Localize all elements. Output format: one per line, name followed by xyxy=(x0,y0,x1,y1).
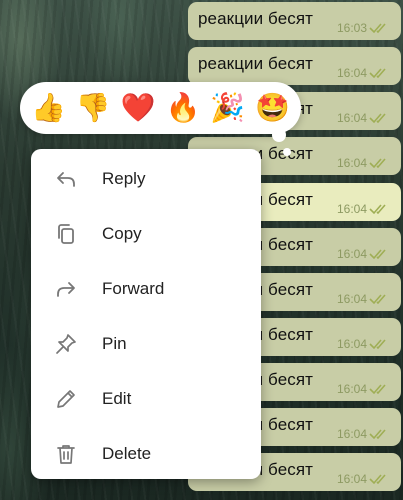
star-struck-icon[interactable]: 🤩 xyxy=(253,88,293,128)
message-time: 16:03 xyxy=(336,21,367,35)
read-receipt-icon xyxy=(369,339,386,350)
message-time: 16:04 xyxy=(336,66,367,80)
message-bubble[interactable]: реакции бесят 16:04 xyxy=(188,47,401,85)
read-receipt-icon xyxy=(369,249,386,260)
read-receipt-icon xyxy=(369,429,386,440)
message-bubble[interactable]: реакции бесят 16:03 xyxy=(188,2,401,40)
reactions-tail-dot xyxy=(272,128,286,142)
forward-icon xyxy=(53,276,79,302)
read-receipt-icon xyxy=(369,294,386,305)
copy-icon xyxy=(53,221,79,247)
message-time: 16:04 xyxy=(336,337,367,351)
thumbs-down-icon[interactable]: 👎 xyxy=(73,88,113,128)
menu-item-label: Delete xyxy=(102,443,152,463)
read-receipt-icon xyxy=(369,158,386,169)
message-time: 16:04 xyxy=(336,382,367,396)
party-popper-icon[interactable]: 🎉 xyxy=(208,88,248,128)
fire-icon[interactable]: 🔥 xyxy=(163,88,203,128)
read-receipt-icon xyxy=(369,204,386,215)
menu-item-label: Forward xyxy=(102,278,165,298)
menu-item-reply[interactable]: Reply xyxy=(31,151,261,206)
heart-icon[interactable]: ❤️ xyxy=(118,88,158,128)
menu-item-label: Copy xyxy=(102,223,142,243)
message-time: 16:04 xyxy=(336,292,367,306)
read-receipt-icon xyxy=(369,474,386,485)
delete-icon xyxy=(53,441,79,467)
reactions-tail-dot xyxy=(283,148,291,156)
message-time: 16:04 xyxy=(336,472,367,486)
message-time: 16:04 xyxy=(336,202,367,216)
menu-item-edit[interactable]: Edit xyxy=(31,371,261,426)
menu-item-label: Reply xyxy=(102,168,146,188)
read-receipt-icon xyxy=(369,113,386,124)
menu-item-pin[interactable]: Pin xyxy=(31,316,261,371)
pin-icon xyxy=(53,331,79,357)
message-context-menu: Reply Copy Forward Pin Edit Delete xyxy=(31,149,261,479)
menu-item-label: Pin xyxy=(102,333,127,353)
menu-item-delete[interactable]: Delete xyxy=(31,426,261,481)
reactions-bar: 👍 👎 ❤️ 🔥 🎉 🤩 xyxy=(20,82,301,134)
edit-icon xyxy=(53,386,79,412)
read-receipt-icon xyxy=(369,23,386,34)
thumbs-up-icon[interactable]: 👍 xyxy=(28,88,68,128)
message-time: 16:04 xyxy=(336,427,367,441)
menu-item-copy[interactable]: Copy xyxy=(31,206,261,261)
menu-item-label: Edit xyxy=(102,388,132,408)
message-time: 16:04 xyxy=(336,111,367,125)
reply-icon xyxy=(53,166,79,192)
message-time: 16:04 xyxy=(336,247,367,261)
read-receipt-icon xyxy=(369,68,386,79)
menu-item-forward[interactable]: Forward xyxy=(31,261,261,316)
message-time: 16:04 xyxy=(336,156,367,170)
read-receipt-icon xyxy=(369,384,386,395)
